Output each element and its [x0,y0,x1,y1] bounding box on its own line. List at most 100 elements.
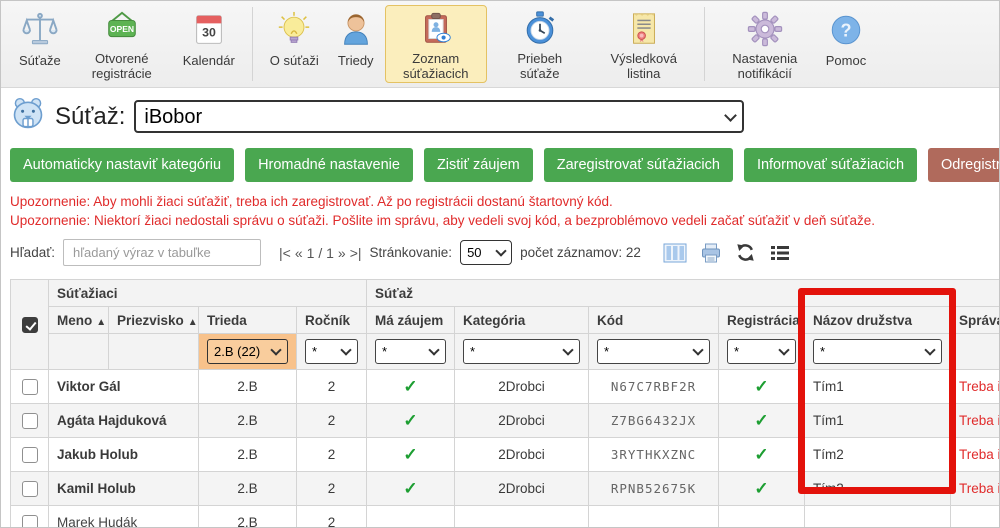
toolbar-item-vysledkova-listina[interactable]: Výsledková listina [593,5,695,83]
kategoria-filter-select[interactable]: * [463,339,580,364]
person-icon [337,10,375,50]
columns-icon[interactable] [663,242,687,264]
action-buttons-row: Automaticky nastaviť kategóriu Hromadné … [0,143,1000,189]
page-size-select[interactable]: 50 [460,240,512,265]
table-row: Marek Hudák 2.B 2 [11,506,1000,528]
column-header-ma-zaujem[interactable]: Má záujem [367,307,455,334]
question-icon: ? [827,10,865,50]
column-header-meno[interactable]: Meno▲ [49,307,109,334]
refresh-icon[interactable] [735,242,756,263]
toolbar-item-label: Kalendár [183,53,235,68]
column-header-trieda[interactable]: Trieda [199,307,297,334]
kod-filter-select[interactable]: * [597,339,710,364]
auto-set-category-button[interactable]: Automaticky nastaviť kategóriu [10,148,234,182]
column-header-sprava[interactable]: Správa [951,307,1000,334]
svg-text:30: 30 [202,26,216,40]
toolbar-item-sutaze[interactable]: Súťaže [11,5,69,83]
scales-icon [21,10,59,50]
records-count-label: počet záznamov: 22 [520,245,641,260]
cell-rocnik: 2 [297,472,367,506]
rocnik-filter-select[interactable]: * [305,339,358,364]
cell-name: Viktor Gál [49,370,199,404]
filter-meno-empty [49,334,109,370]
toolbar-item-priebeh-sutaze[interactable]: Priebeh súťaže [489,5,591,83]
row-checkbox[interactable] [22,481,38,497]
toolbar-item-triedy[interactable]: Triedy [329,5,383,83]
warning-message-not-sent: Upozornenie: Niektorí žiaci nedostali sp… [10,211,990,230]
toolbar-item-pomoc[interactable]: ? Pomoc [818,5,874,83]
records-count: 22 [626,245,641,260]
cell-kategoria: 2Drobci [455,404,589,438]
pagination: |< « 1 / 1 » >| [279,245,361,261]
inform-competitors-button[interactable]: Informovať súťažiacich [744,148,917,182]
cell-trieda: 2.B [199,370,297,404]
interest-check-icon: ✓ [367,472,455,506]
toolbar-item-otvorene-registracie[interactable]: OPEN Otvorené registrácie [71,5,173,83]
list-view-icon[interactable] [769,243,791,263]
toolbar-item-label: Triedy [338,53,374,68]
sort-asc-icon[interactable]: ▲ [96,317,106,328]
cell-name: Agáta Hajduková [49,404,199,438]
row-checkbox[interactable] [22,515,38,528]
interest-check-icon [367,506,455,528]
row-checkbox[interactable] [22,379,38,395]
contest-select[interactable]: iBobor [134,100,744,133]
column-header-registracia[interactable]: Registrácia [719,307,805,334]
contest-label: Súťaž: [55,103,125,131]
cell-sprava: Treba i [951,404,1000,438]
column-header-priezvisko[interactable]: Priezvisko▲ [109,307,199,334]
next-page-button[interactable]: » [338,245,346,261]
toolbar-item-nastavenia-notifikacii[interactable]: Nastavenia notifikácií [714,5,816,83]
interest-check-icon: ✓ [367,404,455,438]
column-header-kategoria[interactable]: Kategória [455,307,589,334]
page-indicator: 1 / 1 [307,245,334,261]
column-header-rocnik[interactable]: Ročník [297,307,367,334]
cell-rocnik: 2 [297,438,367,472]
select-all-checkbox[interactable] [22,317,38,333]
first-page-button[interactable]: |< [279,245,291,261]
cell-trieda: 2.B [199,472,297,506]
cell-trieda: 2.B [199,438,297,472]
toolbar-item-label: Súťaže [19,53,61,68]
cell-rocnik: 2 [297,404,367,438]
column-header-nazov-druzstva[interactable]: Názov družstva [805,307,951,334]
open-sign-icon: OPEN [103,10,141,48]
toolbar-item-zoznam-sutaziacich[interactable]: Zoznam súťažiacich [385,5,487,83]
registration-check-icon: ✓ [719,404,805,438]
cell-kod: Z7BG6432JX [589,404,719,438]
nazov-druzstva-filter-select[interactable]: * [813,339,942,364]
cell-druzstvo: Tím1 [805,370,951,404]
ma-zaujem-filter-select[interactable]: * [375,339,446,364]
toolbar-separator [704,7,705,81]
prev-page-button[interactable]: « [295,245,303,261]
sort-asc-icon[interactable]: ▲ [188,317,198,328]
check-interest-button[interactable]: Zistiť záujem [424,148,533,182]
cell-druzstvo [805,506,951,528]
warnings-block: Upozornenie: Aby mohli žiaci súťažiť, tr… [0,189,1000,234]
cell-rocnik: 2 [297,370,367,404]
search-input[interactable] [63,239,261,266]
registracia-filter-select[interactable]: * [727,339,796,364]
table-row: Jakub Holub 2.B 2 ✓ 2Drobci 3RYTHKXZNC ✓… [11,438,1000,472]
toolbar-item-label: Pomoc [826,53,866,68]
cell-druzstvo: Tím2 [805,438,951,472]
trieda-filter-select[interactable]: 2.B (22) [207,339,288,364]
unregister-competitors-button[interactable]: Odregistrovať súťažiacich [928,148,1000,182]
last-page-button[interactable]: >| [350,245,362,261]
top-toolbar: Súťaže OPEN Otvorené registrácie 30 Kale… [0,0,1000,88]
register-competitors-button[interactable]: Zaregistrovať súťažiacich [544,148,733,182]
cell-kategoria [455,506,589,528]
toolbar-item-label: O súťaži [270,53,319,68]
toolbar-item-kalendar[interactable]: 30 Kalendár [175,5,243,83]
column-header-kod[interactable]: Kód [589,307,719,334]
search-pagination-row: Hľadať: |< « 1 / 1 » >| Stránkovanie: 50… [0,234,1000,272]
row-checkbox[interactable] [22,447,38,463]
bulk-settings-button[interactable]: Hromadné nastavenie [245,148,413,182]
group-header-competitors: Súťažiaci [49,280,367,307]
interest-check-icon: ✓ [367,438,455,472]
print-icon[interactable] [700,242,722,264]
toolbar-item-o-sutazi[interactable]: O súťaži [262,5,327,83]
row-checkbox[interactable] [22,413,38,429]
cell-sprava: Treba i [951,472,1000,506]
toolbar-item-label: Otvorené registrácie [79,51,165,82]
